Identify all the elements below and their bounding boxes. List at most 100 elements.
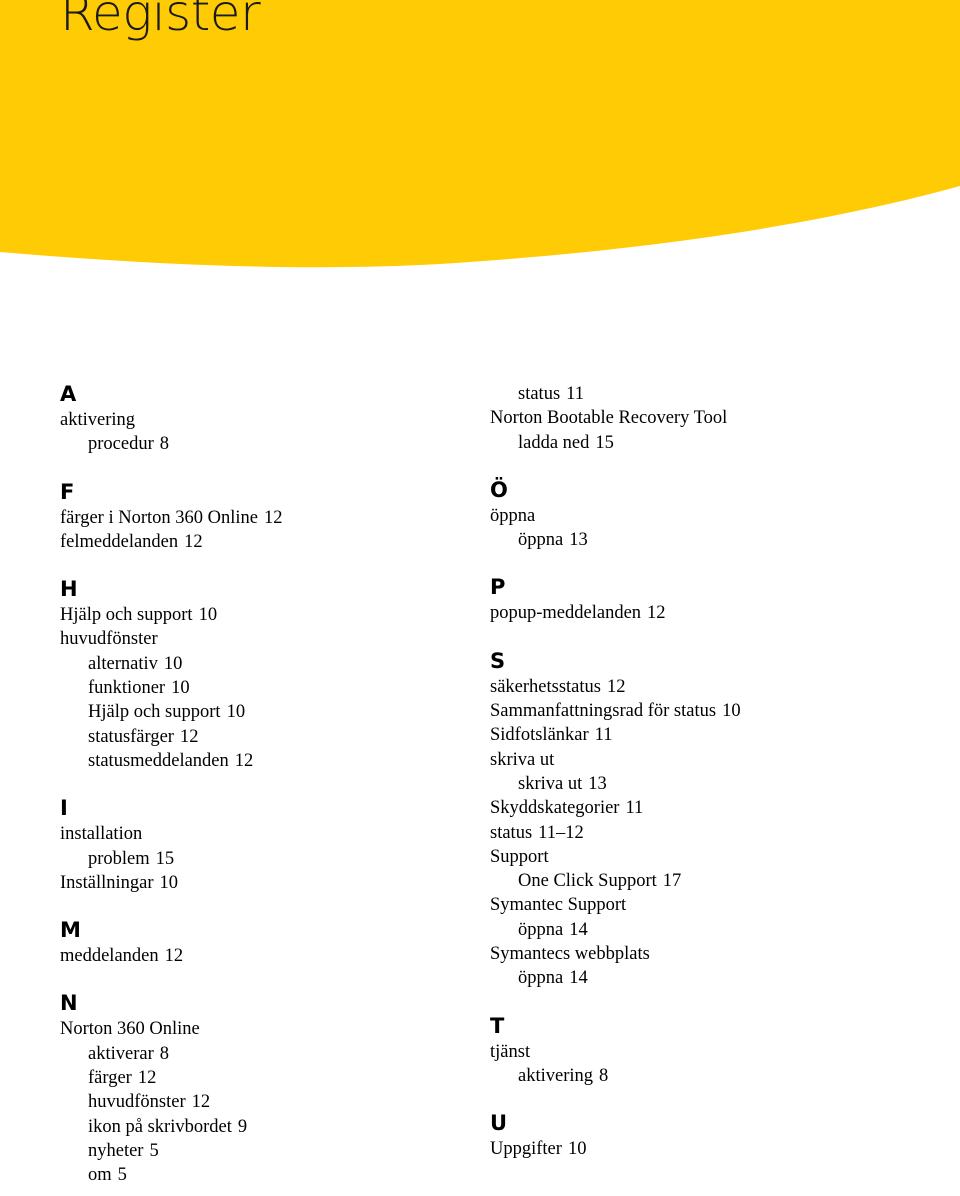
index-entry[interactable]: aktivering xyxy=(60,408,460,432)
index-subentry[interactable]: skriva ut 13 xyxy=(490,772,890,796)
index-entry-page-number: 13 xyxy=(588,773,607,794)
index-subentry[interactable]: färger 12 xyxy=(60,1066,460,1090)
index-section: Ööppna öppna 13 xyxy=(490,478,890,553)
index-entry-page-number: 12 xyxy=(164,946,184,967)
index-entry[interactable]: felmeddelanden 12 xyxy=(60,530,460,554)
index-subentry[interactable]: funktioner 10 xyxy=(60,676,460,700)
index-entry[interactable]: färger i Norton 360 Online 12 xyxy=(60,506,460,530)
index-entry[interactable]: säkerhetsstatus 12 xyxy=(490,675,890,699)
index-subentry[interactable]: nyheter 5 xyxy=(60,1139,460,1163)
index-subentry[interactable]: One Click Support 17 xyxy=(490,869,890,893)
index-entry[interactable]: Uppgifter 10 xyxy=(490,1137,890,1161)
index-entry[interactable]: status 11–12 xyxy=(490,821,890,845)
index-entry[interactable]: Symantecs webbplats xyxy=(490,942,890,966)
index-entry[interactable]: Norton Bootable Recovery Tool xyxy=(490,406,890,430)
index-entry-label: Inställningar xyxy=(60,872,154,893)
index-letter-heading: H xyxy=(60,577,78,602)
index-entry-label: om xyxy=(88,1165,112,1186)
index-entry-label: statusmeddelanden xyxy=(88,750,229,771)
index-entry[interactable]: meddelanden 12 xyxy=(60,944,460,968)
index-entry-label: alternativ xyxy=(88,653,158,674)
index-entry-label: Norton 360 Online xyxy=(60,1019,200,1040)
index-section: Mmeddelanden 12 xyxy=(60,918,460,968)
index-entry-page-number: 15 xyxy=(595,432,614,453)
index-entry-label: installation xyxy=(60,824,143,845)
index-column-right: status 11 Norton Bootable Recovery Tool lad… xyxy=(490,382,890,1162)
index-entry-label: felmeddelanden xyxy=(60,531,179,552)
index-letter-heading: F xyxy=(60,479,75,504)
index-entry-page-number: 12 xyxy=(179,726,199,747)
index-section: U Uppgifter 10 xyxy=(490,1111,890,1161)
index-entry-label: procedur xyxy=(88,434,154,455)
index-entry-label: problem xyxy=(88,848,150,869)
index-letter-heading: S xyxy=(490,648,506,673)
index-entry-label: Symantecs webbplats xyxy=(490,944,650,965)
index-subentry[interactable]: problem 15 xyxy=(60,847,460,871)
index-letter-heading: M xyxy=(60,918,81,943)
index-subentry[interactable]: huvudfönster 12 xyxy=(60,1090,460,1114)
index-entry[interactable]: Skyddskategorier 11 xyxy=(490,796,890,820)
index-entry-page-number: 12 xyxy=(606,676,626,697)
index-entry-page-number: 10 xyxy=(159,872,179,893)
index-entry-label: One Click Support xyxy=(518,871,657,892)
index-entry[interactable]: skriva ut xyxy=(490,748,890,772)
index-subentry[interactable]: alternativ 10 xyxy=(60,652,460,676)
index-entry[interactable]: tjänst xyxy=(490,1040,890,1064)
index-entry-label: Norton Bootable Recovery Tool xyxy=(490,408,728,429)
index-subentry[interactable]: öppna 14 xyxy=(490,966,890,990)
index-entry-label: aktiverar xyxy=(88,1043,154,1064)
index-section: Ttjänst aktivering 8 xyxy=(490,1014,890,1089)
index-letter-heading: T xyxy=(490,1013,505,1038)
index-letter-heading: P xyxy=(490,575,506,600)
index-subentry[interactable]: Hjälp och support 10 xyxy=(60,700,460,724)
index-entry-label: popup-meddelanden xyxy=(490,603,642,624)
index-subentry[interactable]: ikon på skrivbordet 9 xyxy=(60,1115,460,1139)
index-entry[interactable]: Sammanfattningsrad för status 10 xyxy=(490,699,890,723)
index-entry-label: skriva ut xyxy=(490,749,555,770)
index-subentry[interactable]: öppna 13 xyxy=(490,528,890,552)
index-entry-label: statusfärger xyxy=(88,726,174,747)
index-entry-label: ladda ned xyxy=(518,432,590,453)
index-entry[interactable]: Sidfotslänkar 11 xyxy=(490,723,890,747)
index-entry-page-number: 5 xyxy=(149,1140,159,1161)
index-letter-heading: U xyxy=(490,1111,508,1136)
index-subentry[interactable]: öppna 14 xyxy=(490,918,890,942)
index-entry-page-number: 11–12 xyxy=(538,822,584,843)
index-entry-page-number: 11 xyxy=(625,798,644,819)
index-subentry[interactable]: statusmeddelanden 12 xyxy=(60,749,460,773)
index-entry-page-number: 10 xyxy=(198,605,218,626)
index-section: Iinstallation problem 15 Inställningar 10 xyxy=(60,796,460,895)
index-subentry[interactable]: aktivering 8 xyxy=(490,1064,890,1088)
index-section: H Hjälp och support 10 huvudfönster alternat… xyxy=(60,577,460,773)
index-entry-page-number: 10 xyxy=(226,702,246,723)
index-entry[interactable]: Symantec Support xyxy=(490,893,890,917)
index-entry[interactable]: Inställningar 10 xyxy=(60,871,460,895)
index-entry-label: Hjälp och support xyxy=(88,702,221,723)
index-entry[interactable]: popup-meddelanden 12 xyxy=(490,601,890,625)
index-subentry[interactable]: aktiverar 8 xyxy=(60,1042,460,1066)
index-entry-label: Hjälp och support xyxy=(60,605,193,626)
index-section: Ffärger i Norton 360 Online 12 felmeddelan… xyxy=(60,480,460,555)
index-section: Ssäkerhetsstatus 12 Sammanfattningsrad för… xyxy=(490,649,890,991)
index-entry-page-number: 14 xyxy=(569,968,588,989)
index-subentry[interactable]: om 5 xyxy=(60,1163,460,1187)
index-subentry[interactable]: ladda ned 15 xyxy=(490,431,890,455)
index-entry-label: säkerhetsstatus xyxy=(490,676,601,697)
index-subentry[interactable]: status 11 xyxy=(490,382,890,406)
index-entry-page-number: 14 xyxy=(569,919,588,940)
index-entry[interactable]: Norton 360 Online xyxy=(60,1017,460,1041)
index-entry-page-number: 10 xyxy=(722,701,741,722)
page-banner: Register xyxy=(0,0,960,290)
index-subentry[interactable]: statusfärger 12 xyxy=(60,725,460,749)
index-entry[interactable]: installation xyxy=(60,822,460,846)
index-entry-label: färger i Norton 360 Online xyxy=(60,507,258,528)
index-entry-label: Support xyxy=(490,846,549,867)
index-entry-page-number: 8 xyxy=(599,1065,609,1086)
index-entry[interactable]: Support xyxy=(490,845,890,869)
index-entry[interactable]: öppna xyxy=(490,504,890,528)
index-entry[interactable]: huvudfönster xyxy=(60,627,460,651)
index-entry-label: aktivering xyxy=(60,410,136,430)
index-entry-page-number: 12 xyxy=(137,1068,157,1089)
index-entry[interactable]: Hjälp och support 10 xyxy=(60,603,460,627)
index-subentry[interactable]: procedur 8 xyxy=(60,432,460,456)
